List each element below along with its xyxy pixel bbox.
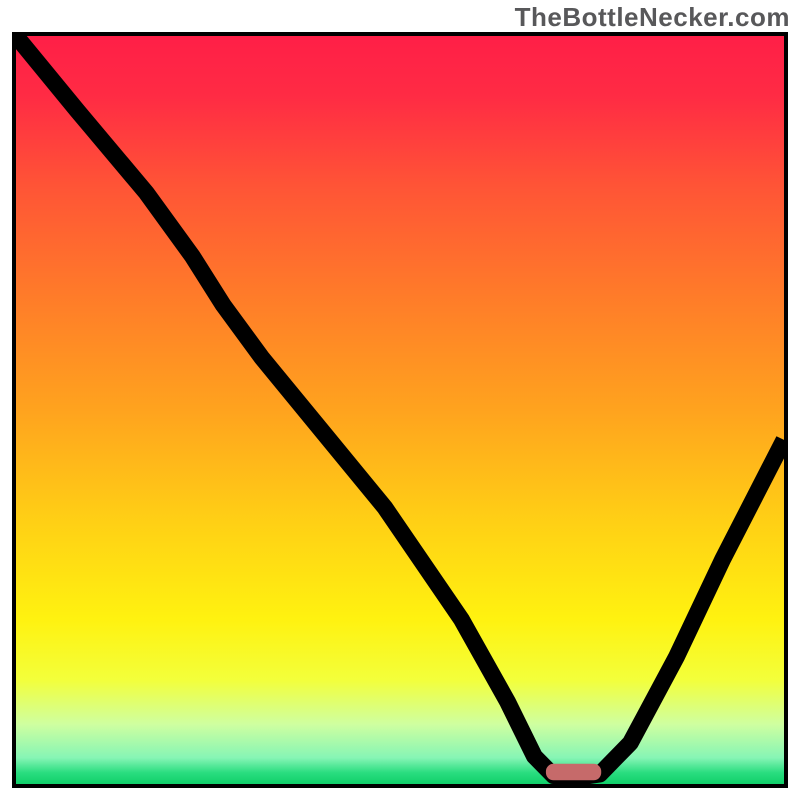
marker-optimal [546, 764, 601, 780]
chart-svg [16, 36, 784, 784]
chart-wrapper: TheBottleNecker.com [0, 0, 800, 800]
chart-plot [12, 32, 788, 788]
brand-watermark: TheBottleNecker.com [515, 2, 790, 33]
